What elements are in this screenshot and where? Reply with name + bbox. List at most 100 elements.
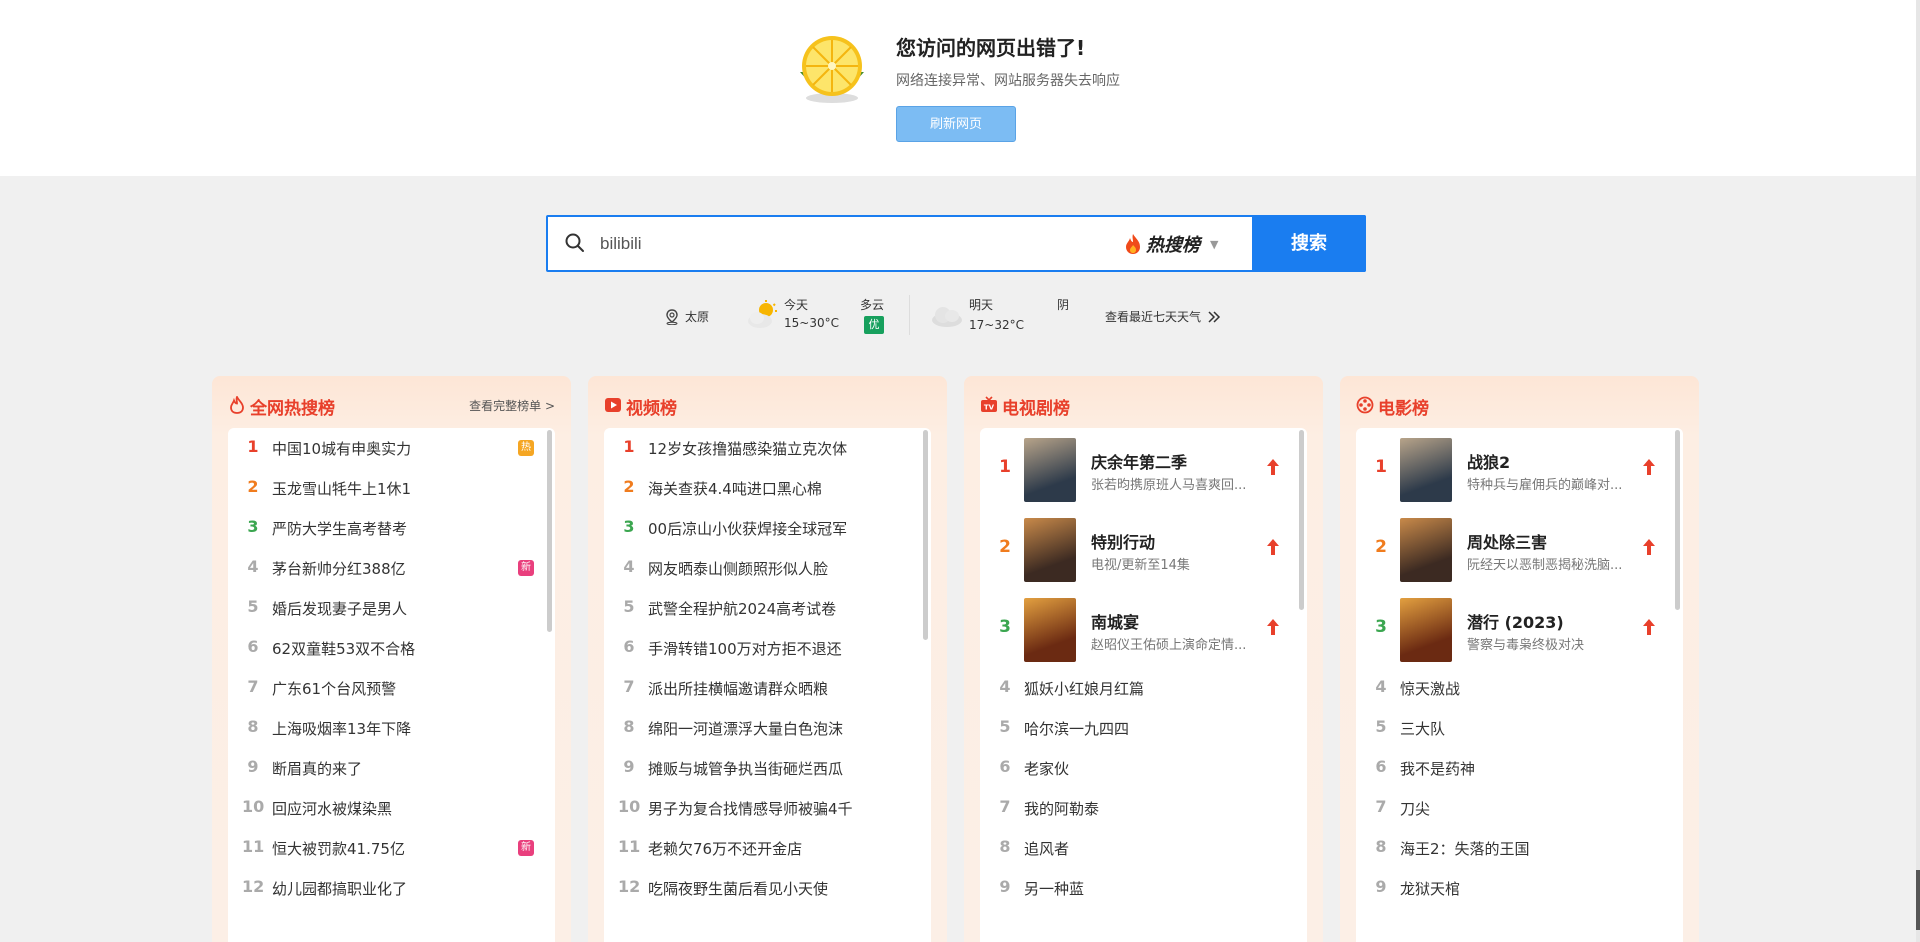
surprised-emoji-icon: 😮 bbox=[518, 600, 534, 616]
item-title: 潜行 (2023) bbox=[1467, 613, 1564, 632]
list-item[interactable]: 5 武警全程护航2024高考试卷 bbox=[604, 588, 931, 628]
list-item[interactable]: 7 派出所挂横幅邀请群众晒粮 bbox=[604, 668, 931, 708]
poster-image[interactable] bbox=[1400, 518, 1452, 582]
scrollbar[interactable] bbox=[1675, 430, 1680, 610]
lemon-logo-icon bbox=[800, 36, 864, 103]
list-item[interactable]: 7 我的阿勒泰 bbox=[980, 788, 1307, 828]
list-item[interactable]: 3 00后凉山小伙获焊接全球冠军 bbox=[604, 508, 931, 548]
search-input[interactable] bbox=[598, 225, 1082, 263]
hot-badge: 热 bbox=[518, 440, 534, 456]
panel-body: 1 战狼2 特种兵与雇佣兵的巅峰对... 2 周处除三害 阮经天以恶制恶揭秘洗脑... 3 潜… bbox=[1356, 428, 1683, 942]
search-button[interactable]: 搜索 bbox=[1252, 215, 1366, 272]
today-label: 今天 bbox=[784, 298, 809, 312]
list-item[interactable]: 6 我不是药神 bbox=[1356, 748, 1683, 788]
rank-number: 5 bbox=[623, 597, 635, 616]
rank-number: 11 bbox=[242, 837, 265, 856]
view-full-list-link[interactable]: 查看完整榜单 > bbox=[469, 397, 555, 414]
list-item[interactable]: 8 追风者 bbox=[980, 828, 1307, 868]
list-item[interactable]: 2 海关查获4.4吨进口黑心棉 bbox=[604, 468, 931, 508]
rank-number: 3 bbox=[623, 517, 635, 536]
error-title: 您访问的网页出错了! bbox=[896, 36, 1086, 60]
list-item[interactable]: 9 龙狱天棺 bbox=[1356, 868, 1683, 908]
list-item[interactable]: 1 12岁女孩撸猫感染猫立克次体 bbox=[604, 428, 931, 468]
list-item[interactable]: 9 断眉真的来了 bbox=[228, 748, 555, 788]
hot-search-dropdown[interactable]: 热搜榜 ▼ bbox=[1124, 231, 1218, 257]
item-title: 老赖欠76万不还开金店 bbox=[648, 840, 803, 858]
new-badge: 新 bbox=[518, 560, 534, 576]
list-item[interactable]: 7 广东61个台风预警 bbox=[228, 668, 555, 708]
list-item[interactable]: 11 恒大被罚款41.75亿 新 bbox=[228, 828, 555, 868]
list-item[interactable]: 4 狐妖小红娘月红篇 bbox=[980, 668, 1307, 708]
list-item[interactable]: 4 茅台新帅分红388亿 新 bbox=[228, 548, 555, 588]
scrollbar[interactable] bbox=[1299, 430, 1304, 610]
list-item[interactable]: 8 海王2：失落的王国 bbox=[1356, 828, 1683, 868]
new-badge: 新 bbox=[518, 840, 534, 856]
rank-number: 5 bbox=[1375, 717, 1387, 736]
rank-number: 11 bbox=[618, 837, 641, 856]
list-item[interactable]: 12 幼儿园都搞职业化了 bbox=[228, 868, 555, 908]
list-item[interactable]: 10 男子为复合找情感导师被骗4千 bbox=[604, 788, 931, 828]
weather-bar: 太原 今天 15~30°C 多云 优 明天 17~32°C 阴 查看最近七天天气 bbox=[0, 292, 1920, 342]
list-item[interactable]: 10 回应河水被煤染黑 bbox=[228, 788, 555, 828]
item-title: 周处除三害 bbox=[1467, 533, 1548, 552]
list-item[interactable]: 5 三大队 bbox=[1356, 708, 1683, 748]
poster-image[interactable] bbox=[1024, 438, 1076, 502]
list-item[interactable]: 3 严防大学生高考替考 bbox=[228, 508, 555, 548]
location[interactable]: 太原 bbox=[665, 308, 709, 325]
list-item[interactable]: 4 网友晒泰山侧颜照形似人脸 bbox=[604, 548, 931, 588]
item-title: 特别行动 bbox=[1091, 533, 1156, 552]
flame-icon bbox=[1126, 234, 1140, 254]
list-item[interactable]: 1 中国10城有申奥实力 热 bbox=[228, 428, 555, 468]
poster-image[interactable] bbox=[1024, 518, 1076, 582]
page-scrollbar-thumb[interactable] bbox=[1916, 870, 1920, 930]
page-scrollbar[interactable] bbox=[1916, 0, 1920, 942]
list-item[interactable]: 5 哈尔滨一九四四 bbox=[980, 708, 1307, 748]
refresh-button[interactable]: 刷新网页 bbox=[896, 106, 1016, 142]
panel-body: 1 庆余年第二季 张若昀携原班人马喜爽回... 2 特别行动 电视/更新至14集 3 南城宴赵… bbox=[980, 428, 1307, 942]
rank-number: 6 bbox=[623, 637, 635, 656]
item-title: 网友晒泰山侧颜照形似人脸 bbox=[648, 560, 829, 578]
list-item[interactable]: 12 吃隔夜野生菌后看见小天使 bbox=[604, 868, 931, 908]
rank-number: 8 bbox=[999, 837, 1011, 856]
hot-search-brand: 热搜榜 bbox=[1146, 235, 1200, 256]
poster-image[interactable] bbox=[1024, 598, 1076, 662]
panel-header: 全网热搜榜 查看完整榜单 > bbox=[228, 390, 555, 420]
list-item[interactable]: 7 刀尖 bbox=[1356, 788, 1683, 828]
top-ranked-item[interactable]: 3 潜行 (2023) 警察与毒枭终极对决 bbox=[1356, 588, 1683, 668]
rank-number: 12 bbox=[242, 877, 265, 896]
rank-number: 4 bbox=[999, 677, 1011, 696]
list-item[interactable]: 2 玉龙雪山牦牛上1休1 bbox=[228, 468, 555, 508]
list-item[interactable]: 5 婚后发现妻子是男人 😮 bbox=[228, 588, 555, 628]
list-item[interactable]: 11 老赖欠76万不还开金店 bbox=[604, 828, 931, 868]
list-item[interactable]: 9 摊贩与城管争执当街砸烂西瓜 bbox=[604, 748, 931, 788]
poster-image[interactable] bbox=[1400, 598, 1452, 662]
film-reel-icon bbox=[1356, 396, 1374, 414]
list-item[interactable]: 6 手滑转错100万对方拒不退还 bbox=[604, 628, 931, 668]
scrollbar[interactable] bbox=[923, 430, 928, 640]
panel-title: 电影榜 bbox=[1378, 399, 1429, 419]
list-item[interactable]: 6 62双童鞋53双不合格 bbox=[228, 628, 555, 668]
search-icon bbox=[565, 233, 584, 252]
list-item[interactable]: 8 上海吸烟率13年下降 bbox=[228, 708, 555, 748]
panel-header: 电影榜 bbox=[1356, 390, 1683, 420]
list-item[interactable]: 8 绵阳一河道漂浮大量白色泡沫 bbox=[604, 708, 931, 748]
top-ranked-item[interactable]: 1 庆余年第二季 张若昀携原班人马喜爽回... bbox=[980, 428, 1307, 508]
poster-image[interactable] bbox=[1400, 438, 1452, 502]
top-ranked-item[interactable]: 2 特别行动 电视/更新至14集 bbox=[980, 508, 1307, 588]
item-description: 电视/更新至14集 bbox=[1091, 558, 1190, 573]
item-title: 广东61个台风预警 bbox=[272, 680, 397, 698]
week-weather-link[interactable]: 查看最近七天天气 bbox=[1105, 308, 1221, 325]
list-item[interactable]: 9 另一种蓝 bbox=[980, 868, 1307, 908]
top-ranked-item[interactable]: 3 南城宴 赵昭仪王佑硕上演命定情... bbox=[980, 588, 1307, 668]
location-pin-icon bbox=[666, 308, 678, 325]
item-title: 另一种蓝 bbox=[1024, 880, 1085, 898]
list-item[interactable]: 6 老家伙 bbox=[980, 748, 1307, 788]
scrollbar[interactable] bbox=[547, 430, 552, 632]
list-item[interactable]: 4 惊天激战 bbox=[1356, 668, 1683, 708]
today-temp: 15~30°C bbox=[784, 316, 839, 330]
top-ranked-item[interactable]: 2 周处除三害 阮经天以恶制恶揭秘洗脑... bbox=[1356, 508, 1683, 588]
rising-arrow-icon bbox=[1267, 539, 1279, 555]
top-ranked-item[interactable]: 1 战狼2 特种兵与雇佣兵的巅峰对... bbox=[1356, 428, 1683, 508]
item-title: 龙狱天棺 bbox=[1400, 880, 1461, 898]
rank-number: 2 bbox=[247, 477, 259, 496]
